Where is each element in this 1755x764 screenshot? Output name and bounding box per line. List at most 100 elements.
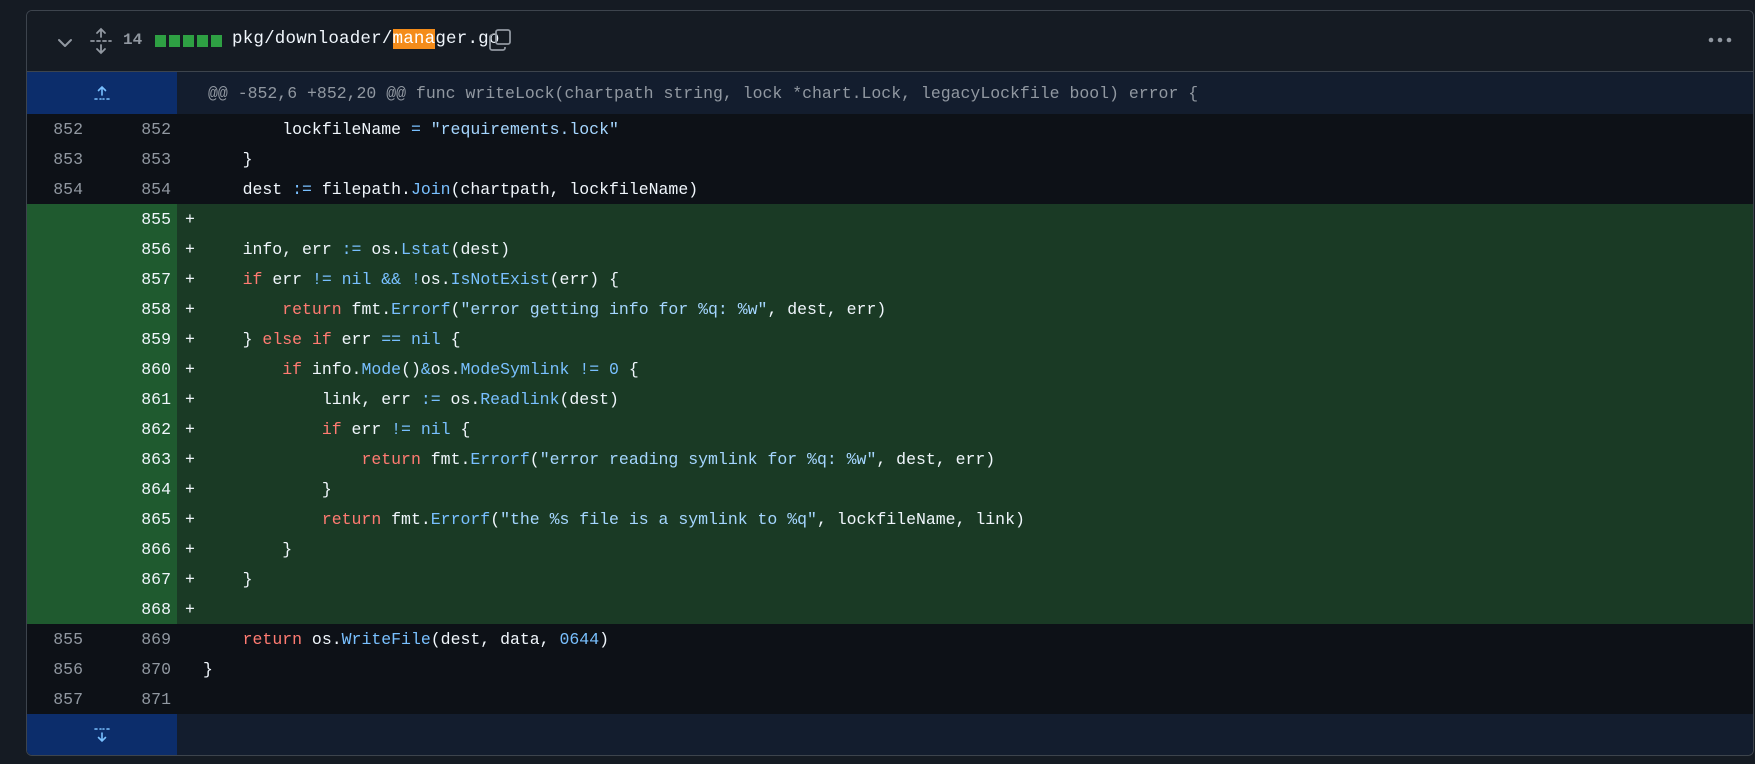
new-line-number[interactable]: 859 bbox=[83, 330, 177, 349]
diff-file: 14 pkg/downloader/manager.go @@ -852,6 +… bbox=[26, 10, 1754, 756]
code-token: ( bbox=[529, 449, 540, 469]
new-line-number[interactable]: 864 bbox=[83, 480, 177, 499]
new-line-number[interactable]: 852 bbox=[83, 120, 177, 139]
code-line: lockfileName = "requirements.lock" bbox=[203, 120, 619, 139]
chevron-down-icon[interactable] bbox=[55, 33, 75, 53]
context-marker bbox=[177, 630, 203, 649]
context-marker bbox=[177, 660, 203, 679]
code-token: fmt. bbox=[420, 449, 471, 469]
added-line-row: 867 + } bbox=[27, 564, 1753, 594]
code-token: os. bbox=[420, 269, 451, 289]
file-path[interactable]: pkg/downloader/manager.go bbox=[232, 29, 500, 49]
context-line-row: 855 869 return os.WriteFile(dest, data, 0… bbox=[27, 624, 1753, 654]
code-token: if bbox=[282, 359, 303, 379]
added-line-row: 865 + return fmt.Errorf("the %s file is a… bbox=[27, 504, 1753, 534]
added-line-row: 863 + return fmt.Errorf("error reading sy… bbox=[27, 444, 1753, 474]
old-line-number[interactable]: 853 bbox=[27, 150, 83, 169]
new-line-number[interactable]: 867 bbox=[83, 570, 177, 589]
context-line-row: 853 853 } bbox=[27, 144, 1753, 174]
added-line-row: 857 + if err != nil && !os.IsNotExist(err… bbox=[27, 264, 1753, 294]
new-line-number[interactable]: 863 bbox=[83, 450, 177, 469]
context-line-row: 857 871 bbox=[27, 684, 1753, 714]
new-line-number[interactable]: 866 bbox=[83, 540, 177, 559]
search-highlight: mana bbox=[392, 29, 436, 49]
code-token: := bbox=[292, 179, 312, 199]
code-token: return bbox=[282, 299, 342, 319]
new-line-number[interactable]: 869 bbox=[83, 630, 177, 649]
new-line-number[interactable]: 858 bbox=[83, 300, 177, 319]
new-line-number[interactable]: 865 bbox=[83, 510, 177, 529]
code-token: nil bbox=[341, 269, 372, 289]
code-token: } bbox=[203, 149, 253, 169]
new-line-number[interactable]: 857 bbox=[83, 270, 177, 289]
new-line-number[interactable]: 861 bbox=[83, 390, 177, 409]
addition-marker: + bbox=[185, 539, 195, 559]
code-line: return fmt.Errorf("error reading symlink… bbox=[203, 450, 995, 469]
new-line-number[interactable]: 868 bbox=[83, 600, 177, 619]
code-token: Join bbox=[410, 179, 451, 199]
code-token: info, err bbox=[203, 239, 342, 259]
code-token: = bbox=[410, 119, 421, 139]
expand-down-button[interactable] bbox=[27, 714, 177, 755]
added-line-row: 864 + } bbox=[27, 474, 1753, 504]
added-line-row: 860 + if info.Mode()&os.ModeSymlink != 0 … bbox=[27, 354, 1753, 384]
new-line-number[interactable]: 854 bbox=[83, 180, 177, 199]
addition-marker: + bbox=[185, 209, 195, 229]
new-line-number[interactable]: 856 bbox=[83, 240, 177, 259]
code-token: , dest, err) bbox=[876, 449, 996, 469]
code-token: else bbox=[262, 329, 303, 349]
new-line-number[interactable]: 853 bbox=[83, 150, 177, 169]
context-line-row: 852 852 lockfileName = "requirements.lock… bbox=[27, 114, 1753, 144]
expand-all-icon[interactable] bbox=[89, 27, 113, 55]
new-line-number[interactable]: 860 bbox=[83, 360, 177, 379]
code-token: Mode bbox=[361, 359, 402, 379]
code-line: link, err := os.Readlink(dest) bbox=[203, 390, 619, 409]
code-token: ( bbox=[450, 299, 461, 319]
code-token: os. bbox=[430, 359, 461, 379]
addition-marker: + bbox=[185, 419, 195, 439]
addition-marker: + bbox=[185, 269, 195, 289]
new-line-number[interactable]: 871 bbox=[83, 690, 177, 709]
code-token: () bbox=[401, 359, 421, 379]
code-token: , dest, err) bbox=[767, 299, 887, 319]
code-token: && bbox=[381, 269, 402, 289]
old-line-number[interactable]: 854 bbox=[27, 180, 83, 199]
code-token: err bbox=[331, 329, 382, 349]
code-line: } bbox=[203, 570, 253, 589]
added-line-row: 856 + info, err := os.Lstat(dest) bbox=[27, 234, 1753, 264]
code-token: & bbox=[420, 359, 431, 379]
added-line-row: 858 + return fmt.Errorf("error getting in… bbox=[27, 294, 1753, 324]
line-number-gutter: 853 853 bbox=[27, 144, 177, 174]
code-token: (err) { bbox=[549, 269, 619, 289]
code-token: == bbox=[381, 329, 402, 349]
new-line-number[interactable]: 862 bbox=[83, 420, 177, 439]
addition-marker: + bbox=[185, 239, 195, 259]
code-token: (dest) bbox=[450, 239, 510, 259]
old-line-number[interactable]: 855 bbox=[27, 630, 83, 649]
kebab-menu-icon[interactable] bbox=[1707, 36, 1733, 44]
old-line-number[interactable]: 856 bbox=[27, 660, 83, 679]
file-header: 14 pkg/downloader/manager.go bbox=[27, 11, 1753, 72]
new-line-number[interactable]: 855 bbox=[83, 210, 177, 229]
new-line-number[interactable]: 870 bbox=[83, 660, 177, 679]
context-line-row: 856 870 } bbox=[27, 654, 1753, 684]
line-number-gutter: 865 bbox=[27, 504, 177, 534]
code-token: fmt. bbox=[341, 299, 392, 319]
old-line-number[interactable]: 852 bbox=[27, 120, 83, 139]
added-line-row: 868 + bbox=[27, 594, 1753, 624]
copy-icon[interactable] bbox=[488, 28, 512, 52]
code-token: Errorf bbox=[391, 299, 451, 319]
line-number-gutter: 864 bbox=[27, 474, 177, 504]
code-token: 0644 bbox=[559, 629, 600, 649]
code-token: os. bbox=[302, 629, 342, 649]
old-line-number[interactable]: 857 bbox=[27, 690, 83, 709]
line-number-gutter: 866 bbox=[27, 534, 177, 564]
expand-up-button[interactable] bbox=[27, 72, 177, 114]
code-token: return bbox=[321, 509, 382, 529]
